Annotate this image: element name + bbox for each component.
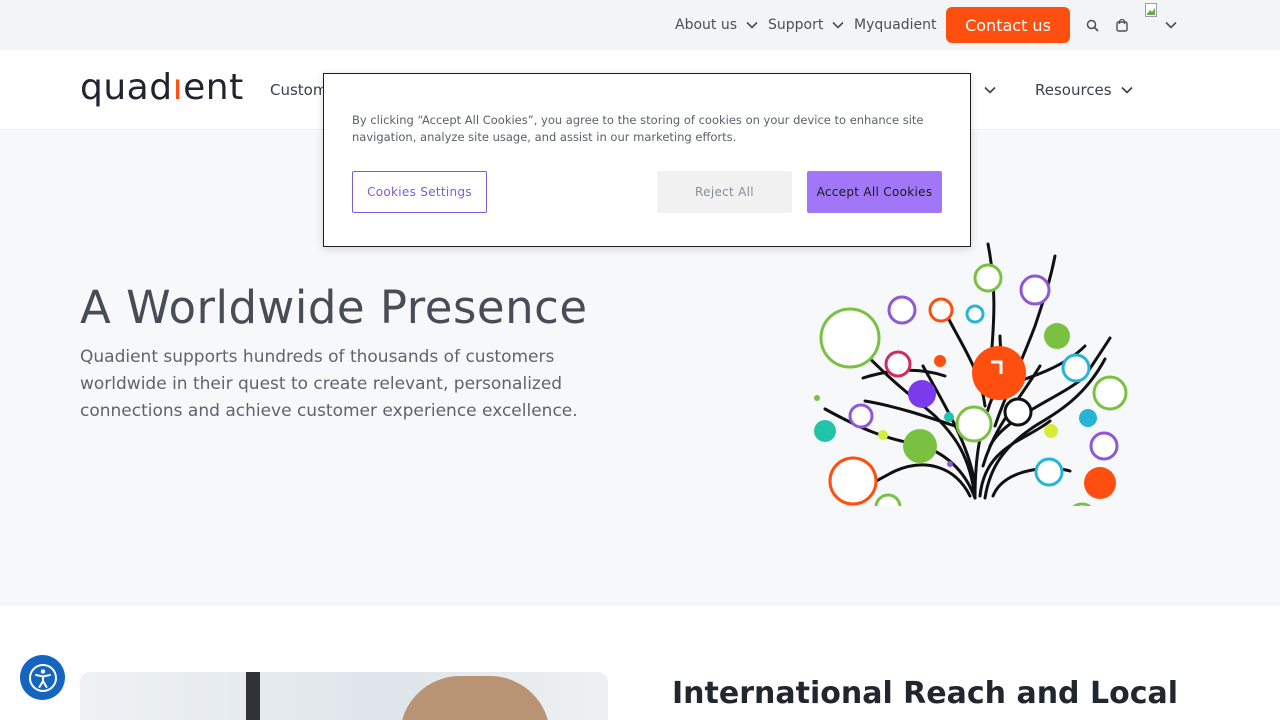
reach-section: International Reach and Local	[0, 606, 1280, 720]
chevron-down-icon	[1121, 86, 1133, 94]
flag-image[interactable]	[1144, 2, 1158, 18]
accessibility-button[interactable]	[20, 655, 65, 700]
cookie-text: By clicking “Accept All Cookies”, you ag…	[352, 113, 924, 144]
quadient-logo[interactable]: quadıent	[80, 67, 244, 108]
photo-person	[400, 676, 550, 720]
nav-item-resources[interactable]: Resources	[1035, 50, 1133, 130]
chevron-down-icon	[984, 86, 996, 94]
logo-suffix: ent	[183, 67, 244, 108]
search-icon[interactable]	[1084, 17, 1100, 33]
nav-item-hidden-chevron[interactable]	[975, 50, 996, 130]
section-photo	[80, 672, 608, 720]
accept-all-cookies-button[interactable]: Accept All Cookies	[807, 171, 942, 213]
cart-icon[interactable]	[1113, 16, 1131, 34]
chevron-down-icon	[832, 19, 844, 31]
utility-bar: About us Support Myquadient Contact us	[0, 0, 1280, 50]
logo-prefix: quad	[80, 67, 173, 108]
nav-item-label: Resources	[1035, 81, 1112, 99]
reject-all-button[interactable]: Reject All	[657, 171, 792, 213]
myquadient-link[interactable]: Myquadient	[854, 0, 936, 50]
contact-us-button[interactable]: Contact us	[946, 7, 1070, 43]
network-tree-illustration	[814, 242, 1128, 506]
support-link[interactable]: Support	[768, 0, 844, 50]
logo-accent: ı	[172, 67, 184, 108]
hero-text: Quadient supports hundreds of thousands …	[80, 347, 578, 421]
section-title: International Reach and Local	[672, 676, 1179, 711]
chevron-down-icon	[746, 19, 758, 31]
about-us-label: About us	[675, 17, 738, 33]
cookie-banner: By clicking “Accept All Cookies”, you ag…	[323, 73, 971, 247]
about-us-link[interactable]: About us	[675, 0, 758, 50]
hero-title: A Worldwide Presence	[80, 281, 588, 334]
cookies-settings-button[interactable]: Cookies Settings	[352, 171, 487, 213]
accessibility-icon	[28, 663, 57, 692]
photo-pole	[246, 672, 260, 720]
support-label: Support	[768, 17, 824, 33]
myquadient-label: Myquadient	[854, 17, 937, 33]
chevron-down-icon[interactable]	[1164, 19, 1178, 31]
